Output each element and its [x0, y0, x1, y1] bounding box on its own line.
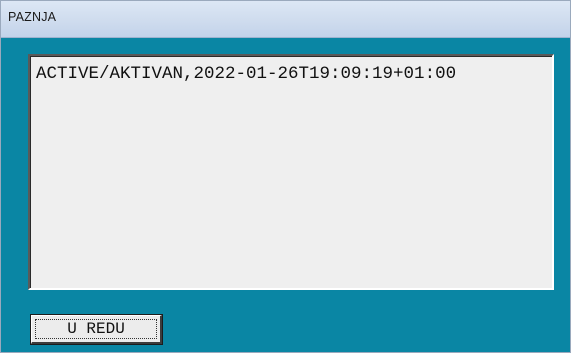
ok-button-label: U REDU	[67, 320, 125, 338]
dialog-window: PAZNJA ACTIVE/AKTIVAN,2022-01-26T19:09:1…	[0, 0, 571, 353]
title-bar[interactable]: PAZNJA	[1, 1, 570, 38]
message-text: ACTIVE/AKTIVAN,2022-01-26T19:09:19+01:00	[36, 64, 457, 84]
message-panel: ACTIVE/AKTIVAN,2022-01-26T19:09:19+01:00	[28, 54, 554, 290]
dialog-client-area: ACTIVE/AKTIVAN,2022-01-26T19:09:19+01:00…	[1, 38, 570, 352]
window-title: PAZNJA	[8, 10, 57, 24]
ok-button[interactable]: U REDU	[31, 315, 162, 344]
